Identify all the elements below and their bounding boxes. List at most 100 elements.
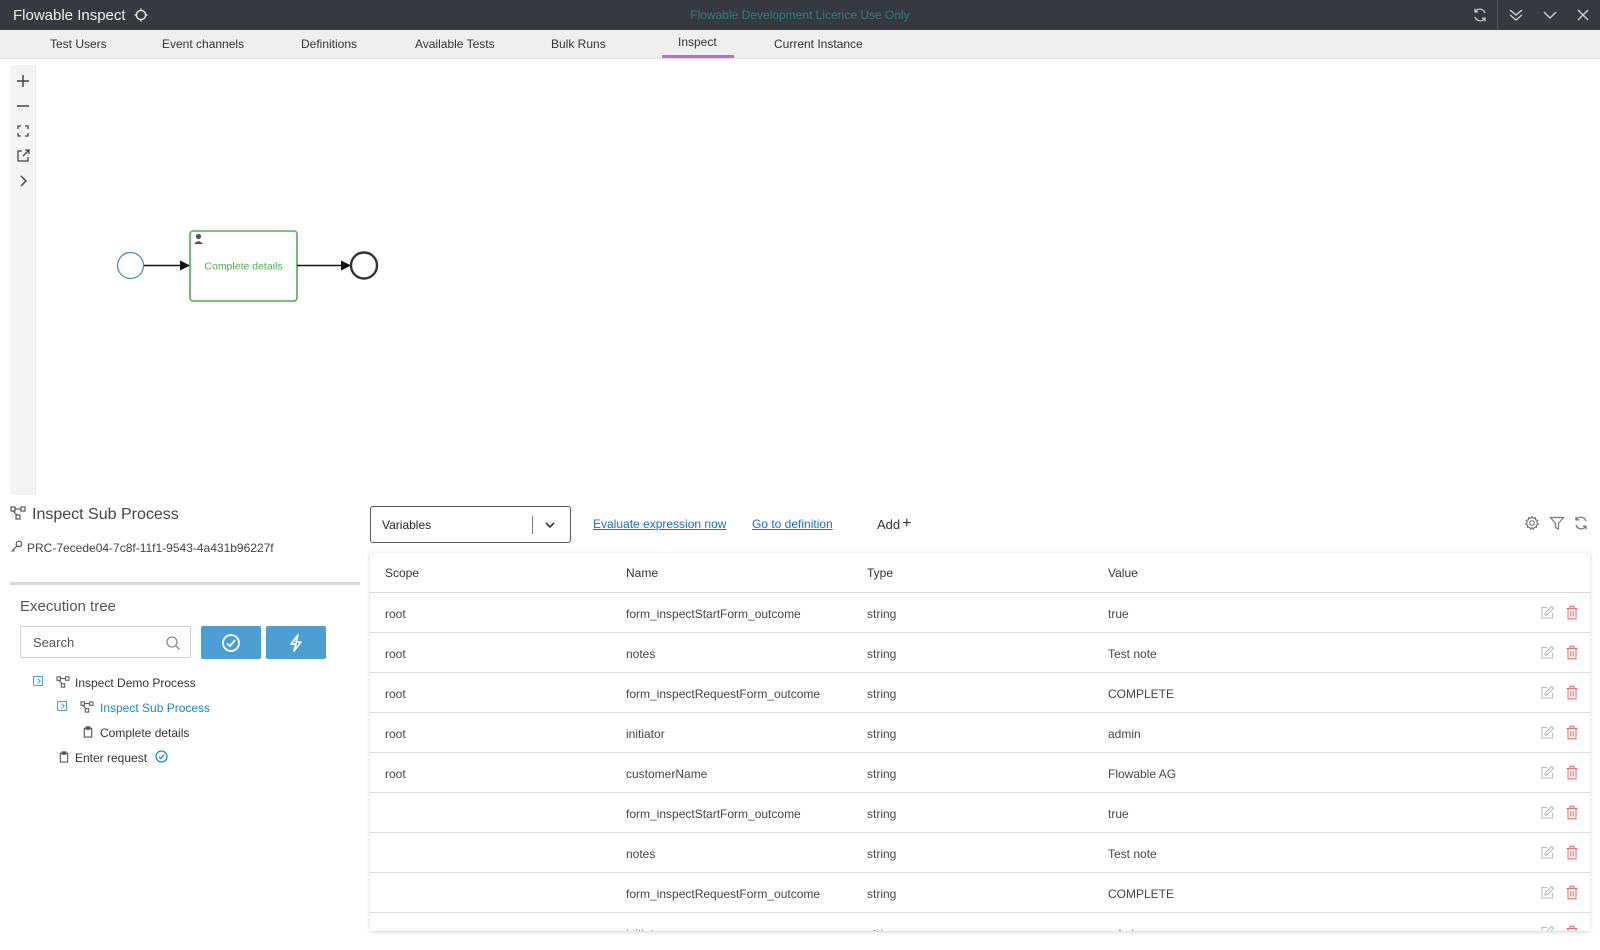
refresh-icon[interactable] (1472, 7, 1488, 23)
cell-scope: root (385, 727, 406, 741)
cell-name: notes (626, 647, 656, 661)
check-circle-icon (155, 750, 168, 763)
execution-search (20, 626, 191, 658)
tree-item-enter-request[interactable]: Enter request (75, 751, 147, 765)
clipboard-icon (59, 751, 69, 763)
zoom-in-icon[interactable] (14, 72, 32, 90)
delete-icon[interactable] (1565, 725, 1579, 740)
completed-filter-button[interactable] (201, 626, 261, 659)
delete-icon[interactable] (1565, 685, 1579, 700)
tree-item-inspect-demo-process[interactable]: Inspect Demo Process (75, 676, 196, 690)
minimize-icon[interactable] (1542, 7, 1558, 23)
tab-inspect[interactable]: Inspect (678, 35, 717, 49)
table-row[interactable]: root form_inspectStartForm_outcome strin… (370, 593, 1590, 633)
tab-test-users[interactable]: Test Users (50, 37, 107, 51)
delete-icon[interactable] (1565, 885, 1579, 900)
cell-name: form_inspectStartForm_outcome (626, 807, 801, 821)
active-tab-indicator (662, 55, 734, 58)
delete-icon[interactable] (1565, 605, 1579, 620)
table-row[interactable]: form_inspectRequestForm_outcome string C… (370, 873, 1590, 913)
delete-icon[interactable] (1565, 925, 1579, 931)
cell-name: notes (626, 847, 656, 861)
edit-icon[interactable] (1540, 645, 1555, 660)
tab-event-channels[interactable]: Event channels (162, 37, 244, 51)
cell-name: form_inspectRequestForm_outcome (626, 687, 821, 701)
app-title: Flowable Inspect (13, 7, 126, 24)
column-header-value[interactable]: Value (1108, 566, 1138, 580)
edit-icon[interactable] (1540, 925, 1555, 931)
table-row[interactable]: notes string Test note (370, 833, 1590, 873)
process-tree-icon (80, 701, 94, 713)
table-row[interactable]: form_inspectStartForm_outcome string tru… (370, 793, 1590, 833)
key-icon (11, 540, 23, 552)
refresh-icon[interactable] (1573, 515, 1589, 531)
cell-value: Test note (1108, 647, 1157, 661)
tab-available-tests[interactable]: Available Tests (415, 37, 495, 51)
table-row[interactable]: root form_inspectRequestForm_outcome str… (370, 673, 1590, 713)
edit-icon[interactable] (1540, 885, 1555, 900)
view-select-value: Variables (382, 518, 432, 532)
delete-icon[interactable] (1565, 805, 1579, 820)
cell-type: string (867, 767, 897, 781)
edit-icon[interactable] (1540, 765, 1555, 780)
cell-name: customerName (626, 767, 708, 781)
chevron-right-icon[interactable] (14, 172, 32, 190)
licence-banner: Flowable Development Licence Use Only (690, 8, 910, 22)
column-header-type[interactable]: Type (867, 566, 893, 580)
table-row[interactable]: root notes string Test note (370, 633, 1590, 673)
search-icon[interactable] (165, 635, 181, 651)
edit-icon[interactable] (1540, 725, 1555, 740)
go-to-definition-link[interactable]: Go to definition (752, 517, 833, 531)
view-select[interactable]: Variables (370, 506, 571, 543)
delete-icon[interactable] (1565, 765, 1579, 780)
expand-toggle[interactable] (57, 701, 67, 711)
process-tree-icon (10, 506, 26, 520)
cell-type: string (867, 607, 897, 621)
close-icon[interactable] (1575, 7, 1591, 23)
delete-icon[interactable] (1565, 645, 1579, 660)
expand-toggle[interactable] (33, 676, 43, 686)
titlebar-separator (1497, 0, 1498, 30)
table-header: Scope Name Type Value (370, 553, 1590, 593)
cell-name: initiator (626, 727, 665, 741)
cell-type: string (867, 687, 897, 701)
evaluate-expression-link[interactable]: Evaluate expression now (593, 517, 726, 531)
gear-icon[interactable] (1524, 515, 1540, 531)
edit-icon[interactable] (1540, 605, 1555, 620)
delete-icon[interactable] (1565, 845, 1579, 860)
panel-divider (10, 582, 360, 585)
main-tab-bar: Test Users Event channels Definitions Av… (0, 30, 1600, 59)
external-link-icon[interactable] (14, 147, 32, 165)
user-task-complete-details[interactable] (189, 230, 298, 302)
start-event[interactable] (116, 251, 145, 280)
process-id: PRC-7ecede04-7c8f-11f1-9543-4a431b96227f (27, 541, 274, 555)
tree-item-complete-details[interactable]: Complete details (100, 726, 189, 740)
table-row[interactable]: root initiator string admin (370, 713, 1590, 753)
tree-item-inspect-sub-process[interactable]: Inspect Sub Process (100, 701, 210, 715)
table-row[interactable]: initiator string admin (370, 913, 1590, 931)
add-variable-button[interactable]: Add + (877, 515, 911, 534)
crosshair-icon[interactable] (134, 8, 148, 22)
table-row[interactable]: root customerName string Flowable AG (370, 753, 1590, 793)
collapse-all-icon[interactable] (1508, 7, 1524, 23)
cell-scope: root (385, 647, 406, 661)
end-event[interactable] (349, 251, 379, 280)
column-header-scope[interactable]: Scope (385, 566, 419, 580)
cell-type: string (867, 727, 897, 741)
search-input[interactable] (21, 627, 161, 657)
tab-current-instance[interactable]: Current Instance (774, 37, 863, 51)
zoom-out-icon[interactable] (14, 97, 32, 115)
cell-type: string (867, 887, 897, 901)
lightning-icon (290, 634, 302, 652)
tab-definitions[interactable]: Definitions (301, 37, 357, 51)
column-header-name[interactable]: Name (626, 566, 658, 580)
active-filter-button[interactable] (266, 626, 326, 659)
edit-icon[interactable] (1540, 685, 1555, 700)
execution-tree-title: Execution tree (20, 598, 116, 615)
edit-icon[interactable] (1540, 805, 1555, 820)
filter-icon[interactable] (1549, 515, 1565, 531)
edit-icon[interactable] (1540, 845, 1555, 860)
fit-view-icon[interactable] (14, 122, 32, 140)
cell-type: string (867, 927, 896, 931)
tab-bulk-runs[interactable]: Bulk Runs (551, 37, 606, 51)
